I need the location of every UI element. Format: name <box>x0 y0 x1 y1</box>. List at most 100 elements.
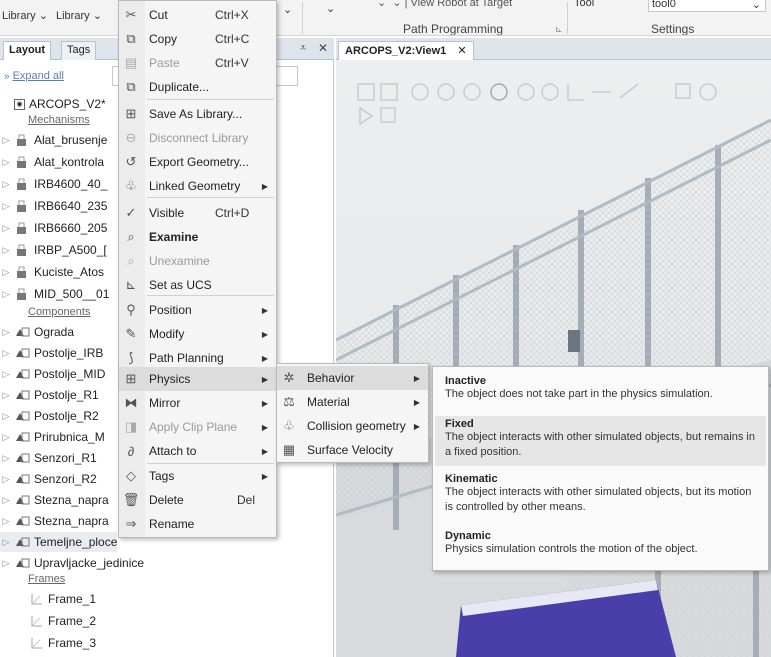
expand-arrow-icon[interactable]: ▷ <box>0 516 12 527</box>
menu-item-attach-to[interactable]: ∂ Attach to ▶ <box>119 439 276 463</box>
behavior-option-dynamic[interactable]: Dynamic Physics simulation controls the m… <box>435 528 766 566</box>
menu-item-shortcut: Ctrl+C <box>215 32 250 46</box>
comp-item[interactable]: ▷ Postolje_MID <box>0 364 106 384</box>
behavior-option-inactive[interactable]: Inactive The object does not take part in… <box>435 373 766 411</box>
comp-item[interactable]: ▷ Ograda <box>0 322 75 342</box>
menu-item-visible[interactable]: ✓ Visible Ctrl+D <box>119 201 276 225</box>
expand-arrow-icon[interactable]: ▷ <box>0 267 12 278</box>
tag-icon: ◇ <box>126 468 136 483</box>
expand-arrow-icon[interactable]: ▷ <box>0 432 12 443</box>
menu-item-unexamine[interactable]: ⌕ Unexamine <box>119 249 276 273</box>
comp-item[interactable]: ▷ Temeljne_ploce <box>0 532 118 552</box>
ribbon-divider <box>567 2 568 34</box>
comp-item[interactable]: ▷ Stezna_napra <box>0 490 109 510</box>
chevron-down-icon[interactable]: ⌄ <box>326 2 335 15</box>
menu-item-apply-clip-plane[interactable]: ◨ Apply Clip Plane ▶ <box>119 415 276 439</box>
comp-item[interactable]: ▷ Upravljacke_jedinice <box>0 553 145 573</box>
menu-item-save-as-library[interactable]: ⊞ Save As Library... <box>119 102 276 126</box>
tab-layout[interactable]: Layout <box>3 41 52 60</box>
library-dropdown-1[interactable]: Library ⌄ <box>2 9 48 22</box>
physics-menu-surface-velocity[interactable]: ▦ Surface Velocity <box>277 438 428 462</box>
pin-icon[interactable]: ⩡ <box>300 42 306 55</box>
expand-arrow-icon[interactable]: ▷ <box>0 157 12 168</box>
comp-item[interactable]: ▷ Postolje_R2 <box>0 406 99 426</box>
menu-item-tags[interactable]: ◇ Tags ▶ <box>119 464 276 488</box>
expand-arrow-icon[interactable]: ▷ <box>0 201 12 212</box>
menu-item-paste[interactable]: ▤ Paste Ctrl+V <box>119 51 276 75</box>
menu-item-mirror[interactable]: ⧓ Mirror ▶ <box>119 391 276 415</box>
group-mechanisms[interactable]: Mechanisms <box>28 113 90 127</box>
menu-item-examine[interactable]: ⌕ Examine <box>119 225 276 249</box>
mech-item[interactable]: ▷ IRB6640_235 <box>0 196 108 216</box>
view-robot-at-target-button[interactable]: ⌄ ⌄ | View Robot at Target <box>377 0 512 9</box>
comp-item[interactable]: ▷ Postolje_IRB <box>0 343 104 363</box>
menu-item-copy[interactable]: ⧉ Copy Ctrl+C <box>119 27 276 51</box>
expand-arrow-icon[interactable]: ▷ <box>0 289 12 300</box>
physics-menu-material[interactable]: ⚖ Material ▶ <box>277 390 428 414</box>
expand-arrow-icon[interactable]: ▷ <box>0 411 12 422</box>
menu-item-delete[interactable]: 🗑 Delete Del <box>119 488 276 512</box>
menu-item-physics[interactable]: ⊞ Physics ▶ <box>119 367 276 391</box>
mech-item[interactable]: ▷ Alat_brusenje <box>0 130 108 150</box>
mech-item[interactable]: ▷ Alat_kontrola <box>0 152 105 172</box>
expand-arrow-icon[interactable]: ▷ <box>0 390 12 401</box>
expand-arrow-icon[interactable]: ▷ <box>0 135 12 146</box>
comp-item[interactable]: ▷ Postolje_R1 <box>0 385 99 405</box>
chevron-down-icon[interactable]: ⌄ <box>283 3 292 16</box>
group-components[interactable]: Components <box>28 305 90 319</box>
group-label: Components <box>28 306 91 318</box>
dialog-launcher-icon[interactable]: ⊾ <box>555 24 563 35</box>
tree-root[interactable]: ◉ ARCOPS_V2* <box>0 94 106 114</box>
frame-item[interactable]: Frame_3 <box>0 633 96 653</box>
menu-item-shortcut: Del <box>237 493 256 507</box>
menu-item-cut[interactable]: ✂ Cut Ctrl+X <box>119 3 276 27</box>
behavior-option-title: Kinematic <box>445 473 498 485</box>
menu-item-linked-geometry[interactable]: ♧ Linked Geometry ▶ <box>119 174 276 198</box>
expand-arrow-icon[interactable]: ▷ <box>0 245 12 256</box>
frame-item[interactable]: Frame_1 <box>0 589 96 609</box>
tool-select[interactable]: tool0 ⌄ <box>648 0 766 12</box>
menu-item-duplicate[interactable]: ⧉ Duplicate... <box>119 75 276 99</box>
expand-arrow-icon[interactable]: ▷ <box>0 537 12 548</box>
mech-item[interactable]: ▷ IRB4600_40_ <box>0 174 108 194</box>
expand-arrow-icon[interactable]: ▷ <box>0 558 12 569</box>
menu-item-export-geometry[interactable]: ↺ Export Geometry... <box>119 150 276 174</box>
physics-menu-behavior[interactable]: ✲ Behavior ▶ <box>277 366 428 390</box>
comp-item[interactable]: ▷ Prirubnica_M <box>0 427 105 447</box>
menu-item-shortcut: Ctrl+V <box>215 56 249 70</box>
behavior-option-fixed[interactable]: Fixed The object interacts with other sim… <box>435 416 766 466</box>
mech-item[interactable]: ▷ IRB6660_205 <box>0 218 108 238</box>
physics-menu-label: Material <box>307 395 350 409</box>
expand-arrow-icon[interactable]: ▷ <box>0 474 12 485</box>
frame-item[interactable]: Frame_2 <box>0 611 96 631</box>
group-frames[interactable]: Frames <box>28 572 65 586</box>
submenu-arrow-icon: ▶ <box>261 305 268 315</box>
expand-arrow-icon[interactable]: ▷ <box>0 348 12 359</box>
comp-item[interactable]: ▷ Stezna_napra <box>0 511 109 531</box>
expand-arrow-icon[interactable]: ▷ <box>0 223 12 234</box>
mech-item[interactable]: ▷ IRBP_A500_[ <box>0 240 107 260</box>
expand-arrow-icon[interactable]: ▷ <box>0 495 12 506</box>
expand-arrow-icon[interactable]: ▷ <box>0 327 12 338</box>
library-dropdown-2[interactable]: Library ⌄ <box>56 9 102 22</box>
physics-menu-collision-geometry[interactable]: ♧ Collision geometry ▶ <box>277 414 428 438</box>
menu-item-disconnect-library[interactable]: ⊖ Disconnect Library <box>119 126 276 150</box>
tab-view1[interactable]: ARCOPS_V2:View1 ✕ <box>338 41 474 60</box>
close-icon[interactable]: ✕ <box>457 45 466 57</box>
expand-all-link[interactable]: » Expand all <box>4 70 64 82</box>
context-menu: ✂ Cut Ctrl+X ⧉ Copy Ctrl+C ▤ Paste Ctrl+V ⧉ Duplic… <box>118 0 277 538</box>
mech-item[interactable]: ▷ MID_500__01 <box>0 284 110 304</box>
behavior-option-kinematic[interactable]: Kinematic The object interacts with other… <box>435 471 766 521</box>
expand-arrow-icon[interactable]: ▷ <box>0 453 12 464</box>
menu-item-rename[interactable]: ⇒ Rename <box>119 512 276 536</box>
comp-item[interactable]: ▷ Senzori_R2 <box>0 469 97 489</box>
menu-item-set-as-ucs[interactable]: ⊾ Set as UCS <box>119 273 276 297</box>
comp-item[interactable]: ▷ Senzori_R1 <box>0 448 97 468</box>
close-icon[interactable]: ✕ <box>318 41 328 55</box>
menu-item-modify[interactable]: ✎ Modify ▶ <box>119 322 276 346</box>
mech-item[interactable]: ▷ Kuciste_Atos <box>0 262 105 282</box>
expand-arrow-icon[interactable]: ▷ <box>0 369 12 380</box>
expand-arrow-icon[interactable]: ▷ <box>0 179 12 190</box>
tab-tags[interactable]: Tags <box>61 41 97 60</box>
menu-item-position[interactable]: ⚲ Position ▶ <box>119 298 276 322</box>
